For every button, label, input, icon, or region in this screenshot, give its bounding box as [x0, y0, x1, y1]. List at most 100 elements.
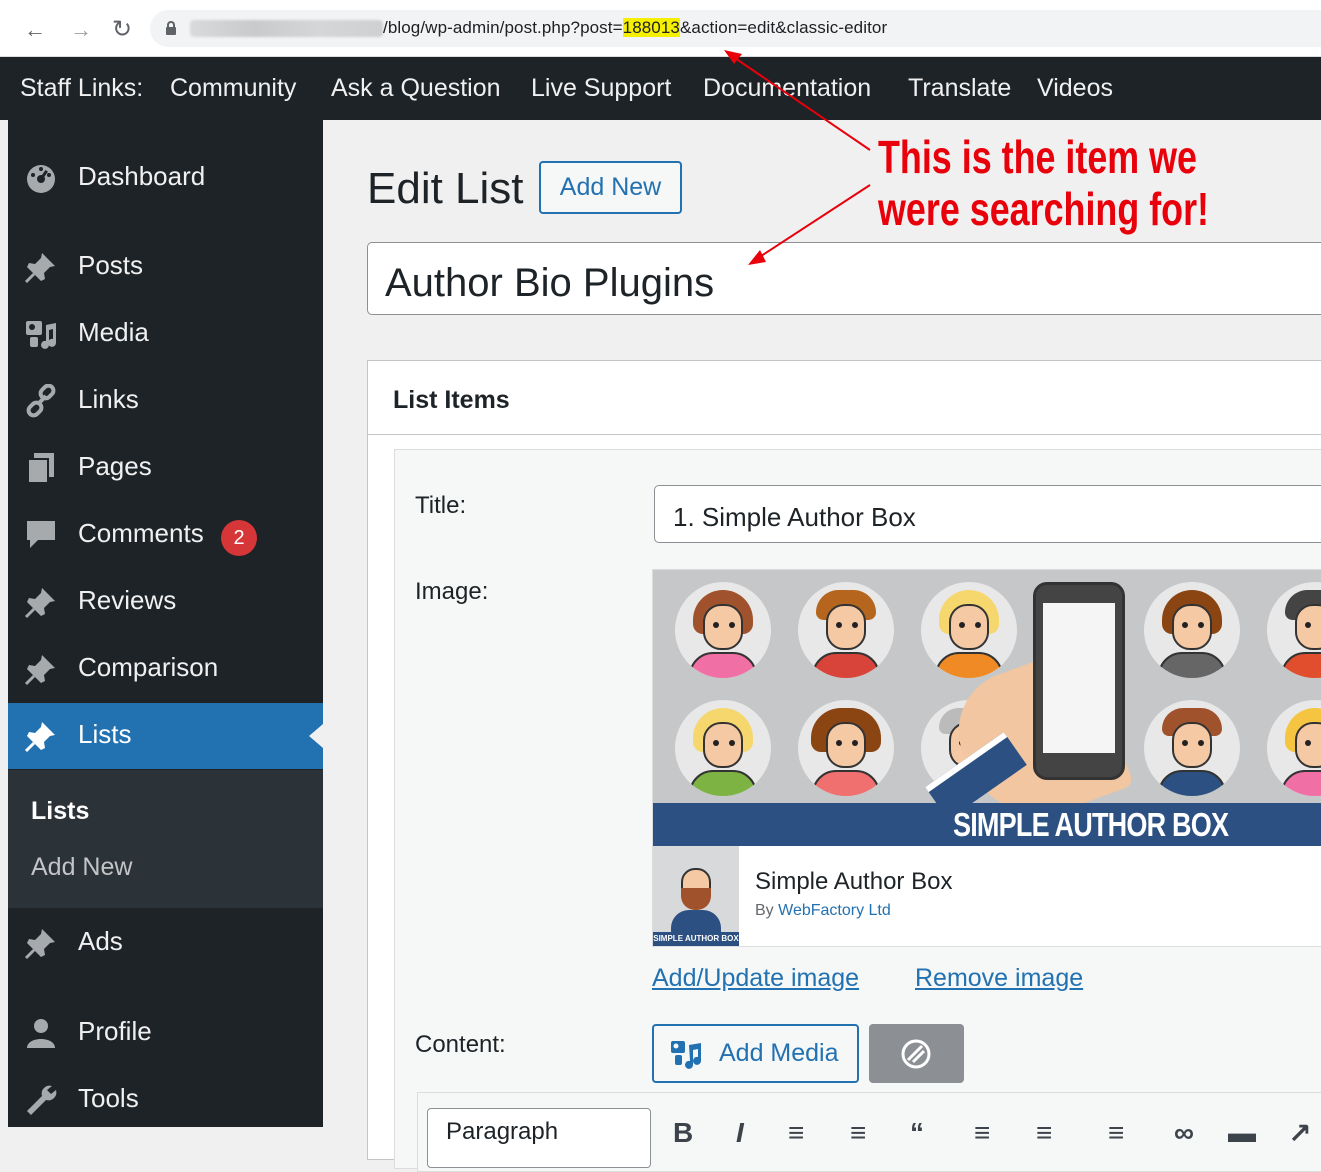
read-more-icon[interactable]: ▬: [1228, 1117, 1256, 1149]
dashboard-icon: [27, 165, 55, 193]
sidebar-item-dashboard[interactable]: Dashboard: [8, 145, 323, 211]
sidebar-item-media[interactable]: Media: [8, 301, 323, 367]
item-title-input[interactable]: 1. Simple Author Box: [654, 485, 1321, 543]
pin-icon: [24, 253, 55, 284]
italic-icon[interactable]: I: [736, 1117, 744, 1149]
numbered-list-icon[interactable]: ≡: [850, 1117, 866, 1149]
sidebar-item-lists[interactable]: Lists: [8, 703, 323, 769]
main-content: Edit List Add New Author Bio Plugins Lis…: [323, 120, 1321, 1172]
banner-title-strip: SIMPLE AUTHOR BOX: [653, 803, 1321, 846]
reload-icon[interactable]: ↻: [112, 16, 132, 44]
plugin-author-link[interactable]: WebFactory Ltd: [778, 902, 891, 919]
admin-bar-ask-question[interactable]: Ask a Question: [331, 74, 501, 103]
blockquote-icon[interactable]: “: [910, 1117, 924, 1149]
link-icon: [26, 384, 56, 418]
wrench-icon: [27, 1085, 57, 1115]
item-image-label: Image:: [415, 578, 489, 605]
list-items-metabox: List Items Title: 1. Simple Author Box I…: [367, 360, 1321, 1172]
pin-icon: [24, 588, 55, 619]
remove-image-link[interactable]: Remove image: [915, 964, 1083, 993]
plugin-by-prefix: By: [755, 902, 779, 919]
submenu-item-lists[interactable]: Lists: [31, 797, 89, 826]
add-media-label: Add Media: [719, 1039, 839, 1067]
sidebar-item-label: Posts: [78, 250, 144, 280]
user-icon: [27, 1019, 55, 1048]
metabox-title: List Items: [393, 386, 510, 414]
url-text: /blog/wp-admin/post.php?post=188013&acti…: [383, 18, 887, 38]
media-icon: [26, 321, 56, 349]
browser-toolbar: ← → ↻ /blog/wp-admin/post.php?post=18801…: [0, 0, 1321, 57]
sidebar-item-links[interactable]: Links: [8, 368, 323, 434]
address-bar[interactable]: /blog/wp-admin/post.php?post=188013&acti…: [150, 10, 1321, 47]
plugin-name: Simple Author Box: [755, 868, 953, 895]
admin-bar-documentation[interactable]: Documentation: [703, 74, 871, 103]
add-update-image-link[interactable]: Add/Update image: [652, 964, 859, 993]
url-post-id: 188013: [622, 18, 680, 37]
plugin-info: SIMPLE AUTHOR BOX Simple Author Box By W…: [653, 846, 1321, 946]
pin-icon: [24, 655, 55, 686]
sidebar-item-profile[interactable]: Profile: [8, 1000, 323, 1066]
plugin-by: By WebFactory Ltd: [755, 902, 891, 920]
sidebar-item-label: Dashboard: [78, 161, 206, 191]
sidebar-item-label: Lists: [78, 719, 132, 749]
add-new-button[interactable]: Add New: [539, 161, 682, 214]
admin-bar: Staff Links: Community Ask a Question Li…: [0, 57, 1321, 120]
editor-toolbar: Paragraph B I ≡ ≡ “ ≡ ≡ ≡ ∞ ▬ ↗: [417, 1092, 1321, 1172]
page-title: Edit List: [367, 164, 524, 213]
sidebar-item-label: Comments: [78, 518, 204, 548]
sidebar-item-label: Reviews: [78, 585, 177, 615]
submenu-item-add-new[interactable]: Add New: [31, 853, 132, 882]
plugin-thumbnail: SIMPLE AUTHOR BOX: [653, 846, 739, 946]
annotation-line-2: were searching for!: [878, 183, 1210, 235]
add-media-button[interactable]: Add Media: [652, 1024, 859, 1083]
lists-submenu: Lists Add New: [8, 770, 323, 908]
sidebar-item-ads[interactable]: Ads: [8, 910, 323, 976]
metabox-header[interactable]: List Items: [368, 361, 1321, 435]
comment-icon: [27, 521, 55, 548]
editor-extra-button[interactable]: [869, 1024, 964, 1083]
sidebar-item-label: Comparison: [78, 652, 219, 682]
format-select[interactable]: Paragraph: [427, 1108, 651, 1168]
admin-bar-live-support[interactable]: Live Support: [531, 74, 671, 103]
admin-bar-videos[interactable]: Videos: [1037, 74, 1113, 103]
url-path: /blog/wp-admin/post.php?post=: [383, 18, 623, 37]
align-center-icon[interactable]: ≡: [1036, 1117, 1052, 1149]
sidebar-item-label: Pages: [78, 451, 152, 481]
sidebar-item-posts[interactable]: Posts: [8, 234, 323, 300]
admin-bar-community[interactable]: Community: [170, 74, 296, 103]
pin-icon: [24, 929, 55, 960]
annotation-callout: This is the item we were searching for!: [878, 131, 1209, 235]
admin-sidebar: Dashboard Posts Media Links Pages Commen…: [8, 120, 323, 1127]
url-query: &action=edit&classic-editor: [679, 18, 888, 37]
sidebar-item-label: Tools: [78, 1083, 139, 1113]
prohibited-icon: [901, 1039, 931, 1069]
bold-icon[interactable]: B: [673, 1117, 693, 1149]
arrow-left-icon[interactable]: ←: [24, 16, 46, 44]
align-left-icon[interactable]: ≡: [974, 1117, 990, 1149]
phone-illustration: [1033, 582, 1125, 780]
media-icon: [671, 1041, 701, 1069]
image-preview-card: SIMPLE AUTHOR BOX SIMPLE AUTHOR BOX Simp…: [652, 569, 1321, 947]
sidebar-item-pages[interactable]: Pages: [8, 435, 323, 501]
pages-icon: [27, 453, 54, 484]
list-item-panel: Title: 1. Simple Author Box Image: SIMPL…: [394, 449, 1321, 1172]
bulleted-list-icon[interactable]: ≡: [788, 1117, 804, 1149]
admin-bar-translate[interactable]: Translate: [908, 74, 1011, 103]
plugin-banner-image: SIMPLE AUTHOR BOX: [653, 570, 1321, 846]
fullscreen-icon[interactable]: ↗: [1288, 1117, 1311, 1150]
lock-icon[interactable]: [166, 21, 176, 35]
sidebar-item-tools[interactable]: Tools: [8, 1067, 323, 1133]
annotation-line-1: This is the item we: [878, 131, 1198, 183]
blurred-hostname: [190, 20, 383, 37]
sidebar-item-comparison[interactable]: Comparison: [8, 636, 323, 702]
item-title-label: Title:: [415, 492, 467, 519]
sidebar-item-comments[interactable]: Comments 2: [8, 502, 323, 568]
align-right-icon[interactable]: ≡: [1108, 1117, 1124, 1149]
pin-icon: [24, 722, 55, 753]
admin-bar-staff-links: Staff Links:: [20, 74, 144, 102]
insert-link-icon[interactable]: ∞: [1174, 1117, 1194, 1149]
post-title-input[interactable]: Author Bio Plugins: [367, 242, 1321, 315]
arrow-right-icon[interactable]: →: [70, 16, 92, 44]
banner-title: SIMPLE AUTHOR BOX: [953, 806, 1229, 843]
sidebar-item-reviews[interactable]: Reviews: [8, 569, 323, 635]
